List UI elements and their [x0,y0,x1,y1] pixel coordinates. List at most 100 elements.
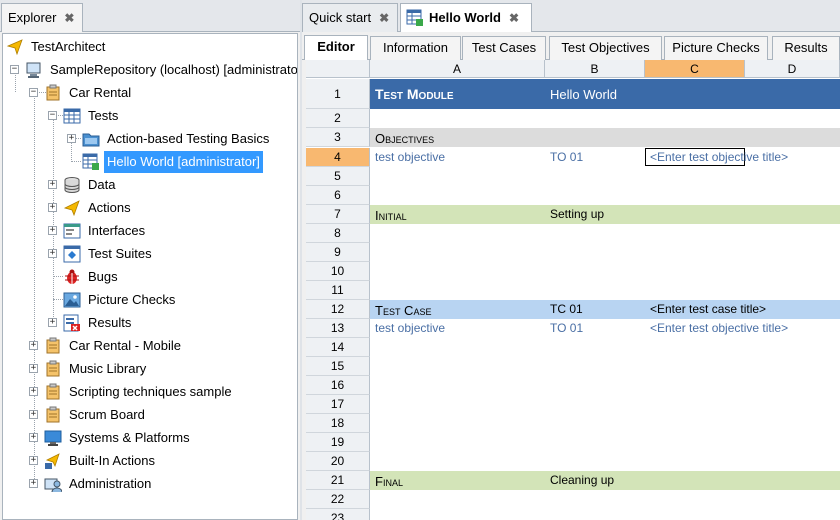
tree-item-samplerepository[interactable]: − SampleRepository (localhost) [administ… [3,59,297,81]
row-header[interactable]: 23 [306,509,370,520]
row-header[interactable]: 17 [306,395,370,414]
tree-item-car-rental-mobile[interactable]: + Car Rental - Mobile [3,335,297,357]
expand-icon[interactable]: + [48,226,57,235]
expand-icon[interactable]: + [29,364,38,373]
cell-objectives[interactable]: Objectives [370,129,434,148]
tab-editor[interactable]: Editor [304,35,368,60]
column-header-c[interactable]: C [645,60,745,78]
row-header[interactable]: 12 [306,300,370,319]
row-header[interactable]: 3 [306,128,370,147]
project-icon [46,383,60,400]
cell-initial-description[interactable]: Setting up [545,205,604,224]
expand-icon[interactable]: + [29,387,38,396]
row-header[interactable]: 16 [306,376,370,395]
test-case-band [370,300,840,319]
cell-final-description[interactable]: Cleaning up [545,471,614,490]
cell-objective-title[interactable]: <Enter test objective title> [645,319,788,338]
row-header[interactable]: 4 [306,148,370,167]
tree-item-picture-checks[interactable]: Picture Checks [3,289,297,311]
tree-item-test-suites[interactable]: + Test Suites [3,243,297,265]
row-header[interactable]: 1 [306,79,370,109]
cell-objective-title[interactable]: <Enter test objective title> [645,148,788,167]
tree-item-hello-world[interactable]: Hello World [administrator] [3,151,297,173]
collapse-icon[interactable]: − [10,65,19,74]
cell-test-module[interactable]: Test Module [370,85,454,104]
explorer-tab[interactable]: Explorer ✖ [1,3,83,32]
row-header[interactable]: 22 [306,490,370,509]
picture-icon [63,292,81,308]
row-header[interactable]: 13 [306,319,370,338]
row-header[interactable]: 7 [306,205,370,224]
row-header[interactable]: 20 [306,452,370,471]
arrow-icon [6,39,23,56]
tree-item-scripting-techniques-sample[interactable]: + Scripting techniques sample [3,381,297,403]
row-header[interactable]: 11 [306,281,370,300]
expand-icon[interactable]: + [29,341,38,350]
tree-item-testarchitect[interactable]: TestArchitect [3,36,297,58]
row-header[interactable]: 15 [306,357,370,376]
row-header[interactable]: 2 [306,109,370,128]
tab-information[interactable]: Information [370,36,461,60]
collapse-icon[interactable]: − [29,88,38,97]
tree-item-results[interactable]: + Results [3,312,297,334]
cell-module-name[interactable]: Hello World [545,85,617,104]
tree-item-interfaces[interactable]: + Interfaces [3,220,297,242]
expand-icon[interactable]: + [29,433,38,442]
row-header[interactable]: 8 [306,224,370,243]
tree-item-data[interactable]: + Data [3,174,297,196]
tree-item-action-based-testing-basics[interactable]: + Action-based Testing Basics [3,128,297,150]
cell-objective-id[interactable]: TO 01 [545,319,583,338]
collapse-icon[interactable]: − [48,111,57,120]
tree-item-systems-platforms[interactable]: + Systems & Platforms [3,427,297,449]
tab-test-objectives[interactable]: Test Objectives [549,36,662,60]
row-header[interactable]: 5 [306,167,370,186]
close-icon[interactable]: ✖ [379,11,389,25]
row-header[interactable]: 9 [306,243,370,262]
expand-icon[interactable]: + [48,203,57,212]
close-icon[interactable]: ✖ [64,11,74,25]
spreadsheet-grid[interactable]: A B C D 1 2 3 4 5 6 7 8 9 10 11 12 13 14… [306,60,840,520]
test-module-icon [82,153,99,170]
tree-item-built-in-actions[interactable]: + Built-In Actions [3,450,297,472]
expand-icon[interactable]: + [48,180,57,189]
bug-icon [65,269,79,284]
cell-initial[interactable]: Initial [370,206,407,225]
tree-item-music-library[interactable]: + Music Library [3,358,297,380]
row-header[interactable]: 21 [306,471,370,490]
expand-icon[interactable]: + [29,410,38,419]
cell-test-case[interactable]: Test Case [370,301,431,320]
tree-item-scrum-board[interactable]: + Scrum Board [3,404,297,426]
column-header-b[interactable]: B [545,60,645,78]
expand-icon[interactable]: + [48,318,57,327]
database-icon [64,177,80,193]
row-header[interactable]: 19 [306,433,370,452]
tab-test-cases[interactable]: Test Cases [462,36,546,60]
tab-hello-world[interactable]: Hello World ✖ [400,3,532,32]
cell-test-objective[interactable]: test objective [370,148,445,167]
expand-icon[interactable]: + [29,479,38,488]
row-header[interactable]: 6 [306,186,370,205]
tree-item-administration[interactable]: + Administration [3,473,297,495]
expand-icon[interactable]: + [29,456,38,465]
tab-picture-checks[interactable]: Picture Checks [664,36,768,60]
row-header[interactable]: 18 [306,414,370,433]
tree-item-bugs[interactable]: Bugs [3,266,297,288]
tree-item-actions[interactable]: + Actions [3,197,297,219]
cell-test-objective[interactable]: test objective [370,319,445,338]
cell-final[interactable]: Final [370,472,403,491]
cell-test-case-title[interactable]: <Enter test case title> [645,300,766,319]
column-header-a[interactable]: A [370,60,545,78]
tree-item-car-rental[interactable]: − Car Rental [3,82,297,104]
tree-item-tests[interactable]: − Tests [3,105,297,127]
row-header[interactable]: 10 [306,262,370,281]
expand-icon[interactable]: + [48,249,57,258]
administration-icon [44,478,62,493]
row-header[interactable]: 14 [306,338,370,357]
expand-icon[interactable]: + [67,134,76,143]
cell-test-case-id[interactable]: TC 01 [545,300,583,319]
tab-quick-start[interactable]: Quick start ✖ [302,3,398,32]
close-icon[interactable]: ✖ [509,11,519,25]
column-header-d[interactable]: D [745,60,840,78]
cell-objective-id[interactable]: TO 01 [545,148,583,167]
tab-results[interactable]: Results [772,36,840,60]
